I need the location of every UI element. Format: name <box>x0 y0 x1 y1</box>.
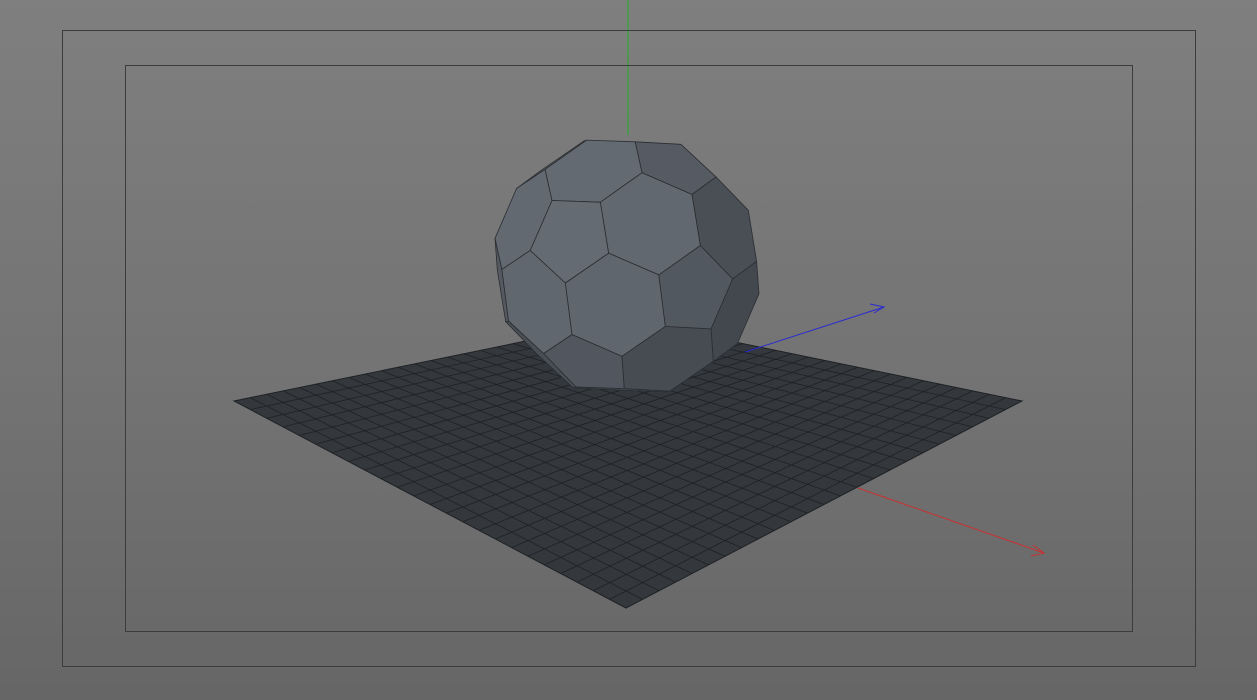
3d-viewport[interactable] <box>0 0 1257 700</box>
scene-canvas[interactable] <box>0 0 1257 700</box>
x-axis-line <box>857 487 1045 554</box>
z-axis-arrow <box>869 303 886 314</box>
axis-gizmo-front <box>857 487 1046 557</box>
z-axis-line <box>744 306 885 353</box>
